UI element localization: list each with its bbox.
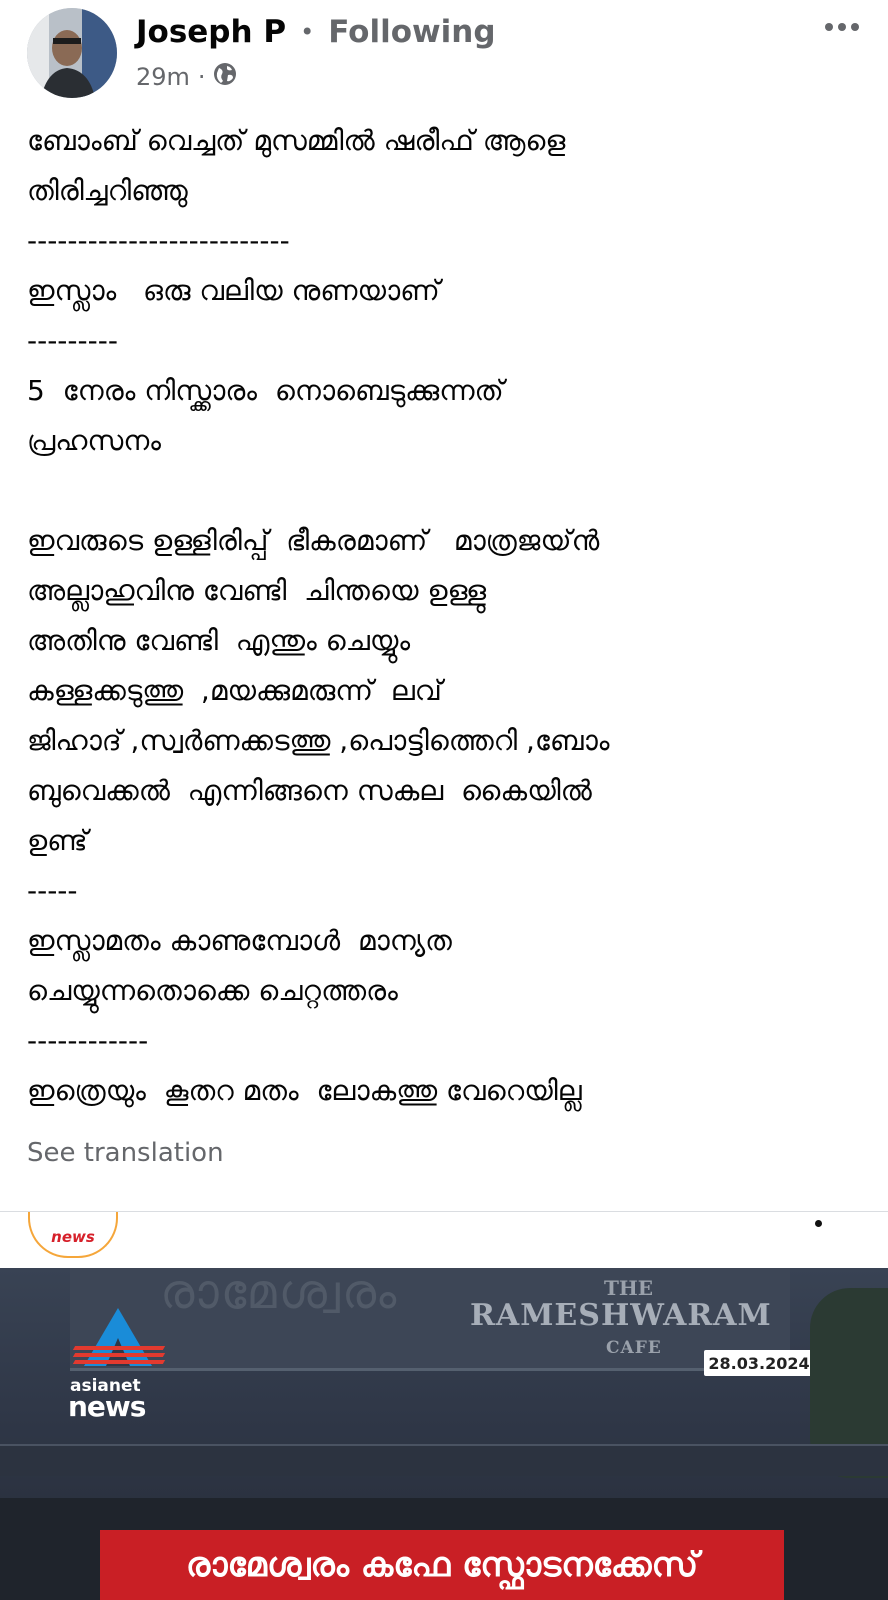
post-line: ഇവരുടെ ഉള്ളിരിപ്പ് ഭീകരമാണ് മാത്രജയ്ൻ	[27, 524, 600, 557]
embed-dot	[815, 1220, 822, 1227]
post-line: -----	[27, 874, 78, 907]
post-image[interactable]: news രാമേശ്വരം THE RAMESHWARAM CAFE 28.0…	[0, 1212, 888, 1600]
post-line: ഇസ്ലാം ഒരു വലിയ നുണയാണ്	[27, 274, 440, 307]
see-translation-link[interactable]: See translation	[27, 1138, 224, 1168]
news-headline: രാമേശ്വരം കഫേ സ്ഫോടനക്കേസ്	[185, 1545, 699, 1585]
post-timestamp[interactable]: 29m	[136, 63, 190, 91]
post-line: ചെയ്യുന്നതൊക്കെ ചെറ്റത്തരം	[27, 974, 398, 1007]
asianet-news-logo: news	[28, 1212, 118, 1258]
date-badge: 28.03.2024	[704, 1350, 814, 1376]
more-options-icon[interactable]	[816, 14, 868, 40]
post-line: തിരിച്ചറിഞ്ഞു	[27, 174, 188, 207]
news-headline-bar: രാമേശ്വരം കഫേ സ്ഫോടനക്കേസ്	[100, 1530, 784, 1600]
awning	[0, 1444, 888, 1476]
asianet-news-channel-logo: asianet news	[68, 1308, 170, 1428]
channel-name-line2: news	[68, 1390, 146, 1423]
post-meta: 29m ·	[136, 60, 238, 94]
cafe-brand-the: THE	[604, 1276, 654, 1300]
post-line: ബുവെക്കൽ എന്നിങ്ങനെ സകല കൈയിൽ	[27, 774, 592, 807]
signboard-script: രാമേശ്വരം	[160, 1264, 399, 1320]
following-button[interactable]: Following	[328, 14, 495, 50]
post-line: ------------	[27, 1024, 149, 1057]
cafe-brand-cafe: CAFE	[606, 1338, 662, 1358]
post-header: Joseph P • Following 29m ·	[0, 0, 888, 100]
post-line: അതിനു വേണ്ടി എന്തും ചെയ്യും	[27, 624, 411, 657]
post-line: അല്ലാഹുവിനു വേണ്ടി ചിന്തയെ ഉള്ളു	[27, 574, 487, 607]
post-line: ബോംബ് വെച്ചത് മുസമ്മിൽ ഷരീഫ് ആളെ	[27, 124, 566, 157]
meta-separator: ·	[197, 63, 206, 91]
author-row: Joseph P • Following	[136, 10, 496, 54]
avatar[interactable]	[27, 8, 117, 98]
separator-dot: •	[300, 18, 315, 46]
post-line: 5 നേരം നിസ്ക്കാരം നൊബെടുക്കുന്നത്	[27, 374, 504, 407]
embed-logo-text: news	[51, 1228, 95, 1246]
avatar-photo	[27, 8, 117, 98]
post-line: ഇത്രെയും കൂതറ മതം ലോകത്തു വേറെയില്ല	[27, 1074, 582, 1107]
post-line: ജിഹാദ് ,സ്വർണക്കടത്തു ,പൊട്ടിത്തെറി ,ബോം	[27, 724, 610, 757]
post-line	[27, 466, 862, 516]
post-line: ഇസ്ലാമതം കാണുമ്പോൾ മാന്യത	[27, 924, 452, 957]
post-line: ഉണ്ട്	[27, 824, 88, 857]
post-text: ബോംബ് വെച്ചത് മുസമ്മിൽ ഷരീഫ് ആളെ തിരിച്ച…	[27, 116, 862, 1116]
author-name[interactable]: Joseph P	[136, 14, 286, 50]
embedded-post-header: news	[0, 1212, 888, 1268]
post-line: --------------------------	[27, 224, 290, 257]
globe-icon[interactable]	[212, 61, 238, 93]
cafe-brand-name: RAMESHWARAM	[470, 1298, 772, 1333]
post-line: കള്ളക്കടുത്തു ,മയക്കുമരുന്ന് ലവ്	[27, 674, 442, 707]
post-line: ---------	[27, 324, 118, 357]
post-line: പ്രഹസനം	[27, 424, 161, 457]
